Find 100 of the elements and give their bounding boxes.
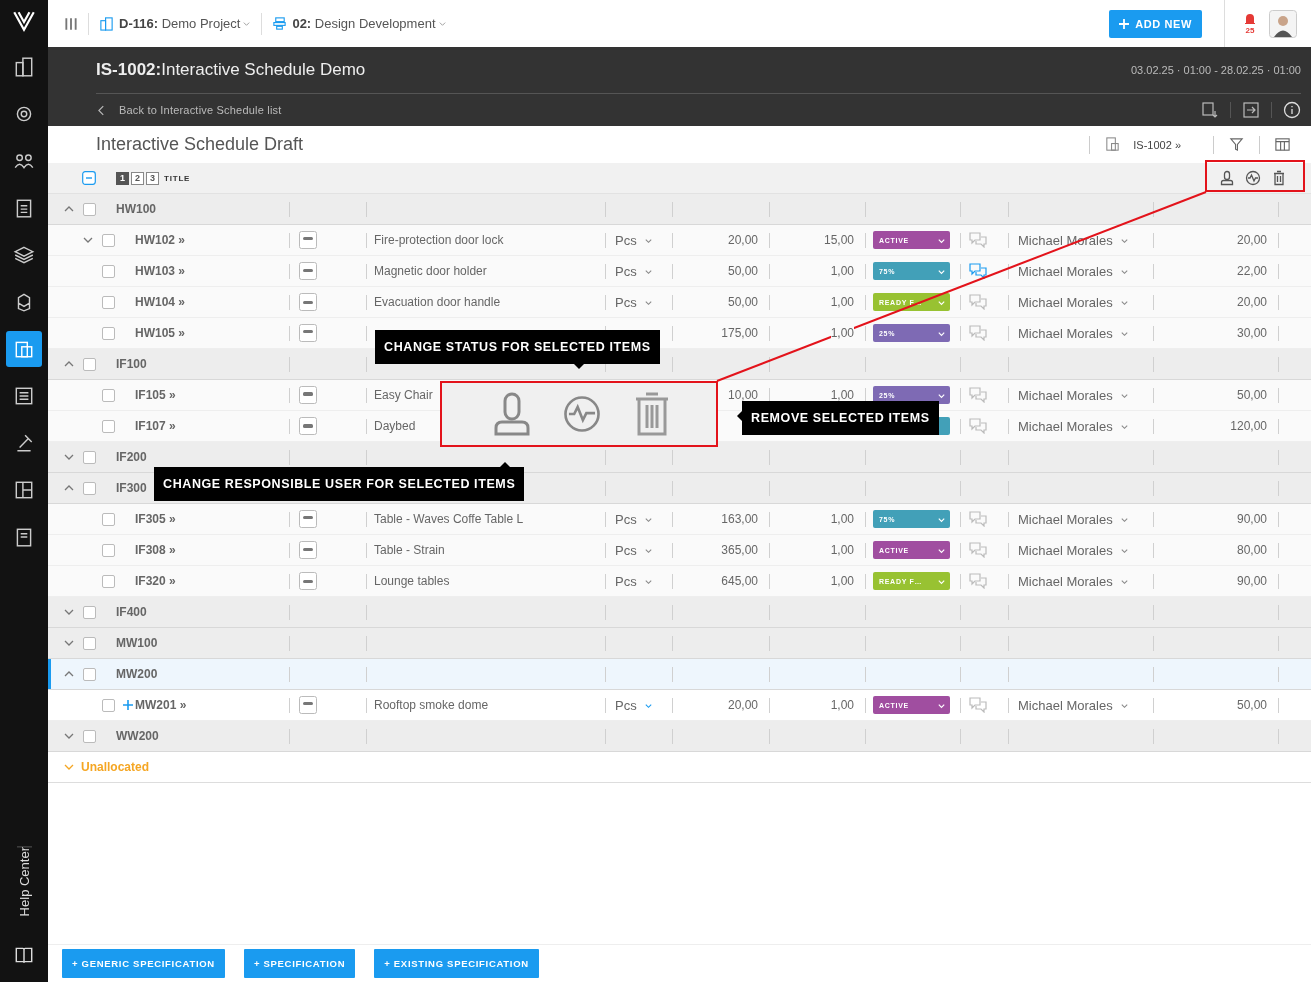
caret-icon[interactable] <box>437 19 447 28</box>
checkbox[interactable] <box>83 481 96 495</box>
caret-icon[interactable] <box>242 19 252 28</box>
help-center-link[interactable]: Help Center <box>16 845 32 930</box>
date-range: 03.02.25 · 01:00 - 28.02.25 · 01:00 <box>1130 64 1301 76</box>
description-cell: Lounge tables <box>374 574 450 588</box>
total-cell: 120,00 <box>1230 418 1267 434</box>
checkbox[interactable] <box>83 202 96 216</box>
status-icon[interactable] <box>1245 170 1261 186</box>
select-all-checkbox[interactable] <box>82 171 96 185</box>
bell-icon[interactable] <box>1243 12 1257 26</box>
checkbox[interactable] <box>102 574 115 588</box>
user-dropdown[interactable]: Michael Morales <box>1018 263 1129 279</box>
user-dropdown[interactable]: Michael Morales <box>1018 573 1129 589</box>
product-icon <box>299 386 317 404</box>
quantity-cell: 175,00 <box>721 325 758 341</box>
checkbox[interactable] <box>102 295 115 309</box>
product-icon <box>299 231 317 249</box>
item-code-link[interactable]: HW105 » <box>135 326 186 340</box>
item-code-link[interactable]: IF320 » <box>135 574 176 588</box>
group-code: HW100 <box>116 202 156 216</box>
buildings-icon[interactable] <box>13 56 35 78</box>
comments-icon[interactable] <box>969 697 987 713</box>
menu-icon[interactable] <box>64 16 78 31</box>
user-dropdown[interactable]: Michael Morales <box>1018 294 1129 310</box>
group-row[interactable]: HW100 <box>48 194 1311 225</box>
item-code-link[interactable]: IF107 » <box>135 419 176 433</box>
comments-icon[interactable] <box>969 263 987 279</box>
trash-icon[interactable] <box>1271 170 1287 186</box>
checkbox[interactable] <box>102 264 115 278</box>
quantity-cell: 163,00 <box>721 511 758 527</box>
checkbox[interactable] <box>83 636 96 650</box>
export-icon[interactable] <box>1201 101 1219 119</box>
add-specification-button[interactable]: + SPECIFICATION <box>243 949 356 978</box>
group-row[interactable]: IF400 <box>48 597 1311 628</box>
group-row[interactable]: WW200 <box>48 721 1311 752</box>
checkbox[interactable] <box>102 419 115 433</box>
group-code: IF300 <box>116 481 147 495</box>
add-specification-button[interactable]: + GENERIC SPECIFICATION <box>62 949 225 978</box>
item-code-link[interactable]: HW103 » <box>135 264 186 278</box>
add-specification-button[interactable]: + EXISTING SPECIFICATION <box>374 949 539 978</box>
add-icon[interactable] <box>123 700 133 710</box>
unit-dropdown[interactable]: Pcs <box>615 232 653 248</box>
checkbox[interactable] <box>102 326 115 340</box>
price-cell: 1,00 <box>830 325 854 341</box>
level-button[interactable]: 2 <box>131 171 144 185</box>
unit-dropdown[interactable]: Pcs <box>615 697 653 713</box>
item-code-link[interactable]: IF305 » <box>135 512 176 526</box>
back-link[interactable]: Back to Interactive Schedule list <box>96 104 282 116</box>
group-row[interactable]: MW100 <box>48 628 1311 659</box>
checkbox[interactable] <box>102 698 115 712</box>
user-dropdown[interactable]: Michael Morales <box>1018 697 1129 713</box>
avatar[interactable] <box>1269 9 1297 38</box>
product-icon <box>299 262 317 280</box>
level-button[interactable]: 3 <box>146 171 159 185</box>
product-icon <box>299 696 317 714</box>
checkbox[interactable] <box>83 357 96 371</box>
group-row[interactable]: IF200 <box>48 442 1311 473</box>
filter-icon[interactable] <box>1228 136 1245 153</box>
item-code-link[interactable]: MW201 » <box>135 698 187 712</box>
exit-icon[interactable] <box>1242 101 1260 119</box>
unit-dropdown[interactable]: Pcs <box>615 263 653 279</box>
unit-dropdown[interactable]: Pcs <box>615 542 653 558</box>
user-dropdown[interactable]: Michael Morales <box>1018 542 1129 558</box>
item-code-link[interactable]: IF308 » <box>135 543 176 557</box>
checkbox[interactable] <box>102 233 115 247</box>
unit-dropdown[interactable]: Pcs <box>615 294 653 310</box>
checkbox[interactable] <box>83 450 96 464</box>
columns-icon[interactable] <box>1274 136 1291 153</box>
level-button[interactable]: 1 <box>116 171 129 185</box>
description-cell: Evacuation door handle <box>374 295 501 309</box>
item-code-link[interactable]: IF105 » <box>135 388 176 402</box>
project-selector[interactable]: D-116: Demo Project <box>99 16 252 31</box>
checkbox[interactable] <box>102 543 115 557</box>
user-dropdown[interactable]: Michael Morales <box>1018 511 1129 527</box>
user-dropdown[interactable]: Michael Morales <box>1018 418 1129 434</box>
user-dropdown[interactable]: Michael Morales <box>1018 325 1129 341</box>
item-code-link[interactable]: HW102 » <box>135 233 186 247</box>
add-new-button[interactable]: ADD NEW <box>1109 9 1202 38</box>
layers-icon[interactable] <box>13 244 35 266</box>
checkbox[interactable] <box>102 512 115 526</box>
back-icon[interactable] <box>98 104 105 116</box>
list-icon[interactable] <box>13 385 35 407</box>
layout-icon[interactable] <box>13 479 35 501</box>
user-icon[interactable] <box>1219 170 1235 186</box>
checkbox[interactable] <box>83 729 96 743</box>
unit-dropdown[interactable]: Pcs <box>615 573 653 589</box>
unit-dropdown[interactable]: Pcs <box>615 511 653 527</box>
plus-icon[interactable] <box>1119 18 1130 29</box>
product-icon <box>299 293 317 311</box>
group-row[interactable]: MW200 <box>48 659 1311 690</box>
checkbox[interactable] <box>83 667 96 681</box>
info-icon[interactable] <box>1283 101 1301 119</box>
reference-link[interactable]: IS-1002 » <box>1133 138 1181 151</box>
checkbox[interactable] <box>83 605 96 619</box>
item-code-link[interactable]: HW104 » <box>135 295 186 309</box>
user-dropdown[interactable]: Michael Morales <box>1018 387 1129 403</box>
checkbox[interactable] <box>102 388 115 402</box>
phases-icon[interactable] <box>272 16 288 31</box>
phase-selector[interactable]: 02: Design Development <box>272 16 447 31</box>
